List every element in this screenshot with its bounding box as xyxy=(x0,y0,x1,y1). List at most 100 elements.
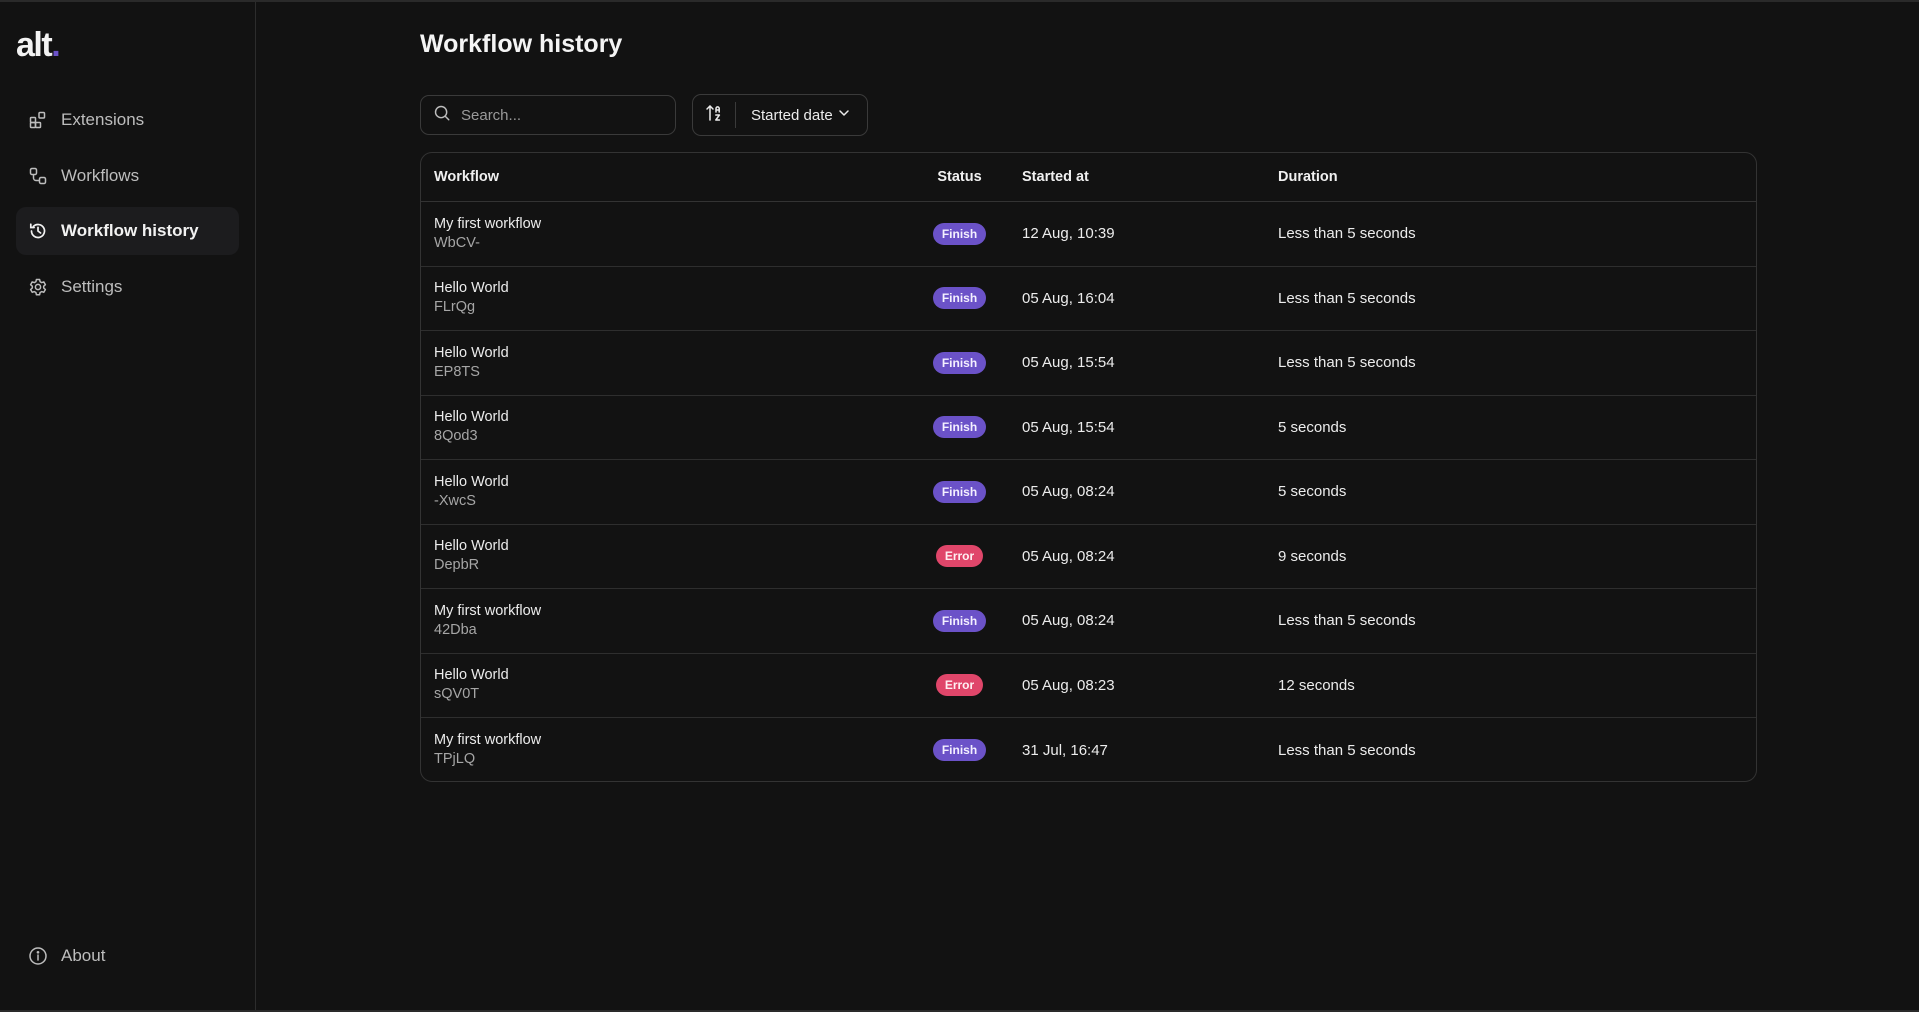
duration-cell: 5 seconds xyxy=(1278,483,1347,501)
started-at-cell: 05 Aug, 08:23 xyxy=(1022,676,1115,694)
workflow-name: Hello World xyxy=(434,473,509,490)
started-at-cell: 05 Aug, 08:24 xyxy=(1022,612,1115,630)
status-badge: Finish xyxy=(932,222,987,245)
logo-dot: . xyxy=(51,26,60,64)
sidebar: alt. Extensions Workflows Workflow histo… xyxy=(0,2,256,1010)
status-badge: Finish xyxy=(932,416,987,439)
chevron-down-icon xyxy=(833,106,851,124)
run-id: DepbR xyxy=(434,557,480,574)
started-at-cell: 31 Jul, 16:47 xyxy=(1022,741,1108,759)
workflow-history-table: Workflow Status Started at Duration My f… xyxy=(420,152,1757,782)
workflow-name: Hello World xyxy=(434,667,509,684)
duration-cell: 9 seconds xyxy=(1278,547,1347,565)
workflow-cell: Hello World EP8TS xyxy=(421,344,897,382)
table-row[interactable]: My first workflow TPjLQ Finish 31 Jul, 16:4… xyxy=(421,718,1756,781)
status-badge: Error xyxy=(935,545,984,568)
status-badge: Finish xyxy=(932,351,987,374)
status-cell: Finish xyxy=(897,222,1022,245)
status-cell: Finish xyxy=(897,609,1022,632)
column-header-status: Status xyxy=(937,169,982,185)
workflow-cell: Hello World -XwcS xyxy=(421,473,897,511)
run-id: EP8TS xyxy=(434,363,480,380)
sort-control: Started date xyxy=(692,94,868,136)
logo-text: alt xyxy=(16,26,53,64)
status-badge: Finish xyxy=(932,739,987,762)
duration-cell: 12 seconds xyxy=(1278,676,1355,694)
status-cell: Finish xyxy=(897,351,1022,374)
workflows-icon xyxy=(28,166,48,186)
duration-cell: Less than 5 seconds xyxy=(1278,612,1416,630)
status-cell: Finish xyxy=(897,480,1022,503)
started-at-cell: 05 Aug, 16:04 xyxy=(1022,289,1115,307)
sidebar-item-extensions[interactable]: Extensions xyxy=(16,96,239,144)
sidebar-item-workflow-history[interactable]: Workflow history xyxy=(16,207,239,255)
sort-direction-button[interactable] xyxy=(693,95,735,135)
table-row[interactable]: Hello World 8Qod3 Finish 05 Aug, 15:54 5 sec… xyxy=(421,396,1756,460)
sort-ascending-az-icon xyxy=(704,103,724,128)
app-logo[interactable]: alt. xyxy=(16,26,61,65)
run-id: WbCV- xyxy=(434,234,480,251)
workflow-name: My first workflow xyxy=(434,215,542,232)
workflow-cell: My first workflow 42Dba xyxy=(421,602,897,640)
sidebar-item-label: About xyxy=(61,946,106,965)
table-header: Workflow Status Started at Duration xyxy=(421,153,1756,202)
history-icon xyxy=(28,221,48,241)
window-top-border xyxy=(0,0,1919,2)
started-at-cell: 05 Aug, 08:24 xyxy=(1022,547,1115,565)
status-cell: Finish xyxy=(897,739,1022,762)
sort-field-dropdown[interactable]: Started date xyxy=(736,106,851,124)
status-cell: Finish xyxy=(897,287,1022,310)
sidebar-item-settings[interactable]: Settings xyxy=(16,263,239,311)
duration-cell: Less than 5 seconds xyxy=(1278,289,1416,307)
table-row[interactable]: My first workflow WbCV- Finish 12 Aug, 10:3… xyxy=(421,202,1756,267)
table-row[interactable]: Hello World FLrQg Finish 05 Aug, 16:04 Less … xyxy=(421,267,1756,331)
duration-cell: Less than 5 seconds xyxy=(1278,354,1416,372)
status-cell: Finish xyxy=(897,416,1022,439)
info-icon xyxy=(28,946,48,966)
started-at-cell: 05 Aug, 15:54 xyxy=(1022,354,1115,372)
column-header-workflow: Workflow xyxy=(434,169,499,185)
table-row[interactable]: Hello World sQV0T Error 05 Aug, 08:23 12 sec… xyxy=(421,654,1756,718)
workflow-cell: Hello World FLrQg xyxy=(421,279,897,317)
workflow-cell: Hello World sQV0T xyxy=(421,666,897,704)
sidebar-item-about[interactable]: About xyxy=(16,932,239,980)
workflow-name: Hello World xyxy=(434,344,509,361)
run-id: -XwcS xyxy=(434,492,476,509)
started-at-cell: 05 Aug, 15:54 xyxy=(1022,418,1115,436)
sidebar-item-label: Extensions xyxy=(61,110,145,129)
search-input[interactable] xyxy=(461,106,661,124)
run-id: 8Qod3 xyxy=(434,428,478,445)
run-id: sQV0T xyxy=(434,686,480,703)
workflow-name: Hello World xyxy=(434,280,509,297)
workflow-name: My first workflow xyxy=(434,602,542,619)
run-id: TPjLQ xyxy=(434,751,476,768)
table-row[interactable]: Hello World DepbR Error 05 Aug, 08:24 9 seco… xyxy=(421,525,1756,589)
table-row[interactable]: My first workflow 42Dba Finish 05 Aug, 08:2… xyxy=(421,589,1756,654)
column-header-started-at: Started at xyxy=(1022,169,1089,185)
status-badge: Finish xyxy=(932,480,987,503)
workflow-cell: Hello World DepbR xyxy=(421,537,897,575)
workflow-name: Hello World xyxy=(434,538,509,555)
workflow-name: My first workflow xyxy=(434,732,542,749)
gear-icon xyxy=(28,277,48,297)
duration-cell: Less than 5 seconds xyxy=(1278,741,1416,759)
run-id: FLrQg xyxy=(434,299,476,316)
workflow-cell: My first workflow TPjLQ xyxy=(421,731,897,769)
table-row[interactable]: Hello World -XwcS Finish 05 Aug, 08:24 5 sec… xyxy=(421,460,1756,525)
status-cell: Error xyxy=(897,674,1022,697)
table-row[interactable]: Hello World EP8TS Finish 05 Aug, 15:54 Less … xyxy=(421,331,1756,396)
table-body: My first workflow WbCV- Finish 12 Aug, 10:3… xyxy=(421,202,1756,781)
column-header-duration: Duration xyxy=(1278,169,1338,185)
page-title: Workflow history xyxy=(420,30,623,58)
sort-field-label: Started date xyxy=(751,106,833,124)
status-badge: Error xyxy=(935,674,984,697)
search-field[interactable] xyxy=(420,95,676,135)
workflow-name: Hello World xyxy=(434,409,509,426)
sidebar-item-label: Settings xyxy=(61,277,123,296)
workflow-cell: My first workflow WbCV- xyxy=(421,215,897,253)
search-icon xyxy=(433,104,461,127)
status-badge: Finish xyxy=(932,609,987,632)
sidebar-item-workflows[interactable]: Workflows xyxy=(16,152,239,200)
run-id: 42Dba xyxy=(434,621,477,638)
started-at-cell: 05 Aug, 08:24 xyxy=(1022,483,1115,501)
